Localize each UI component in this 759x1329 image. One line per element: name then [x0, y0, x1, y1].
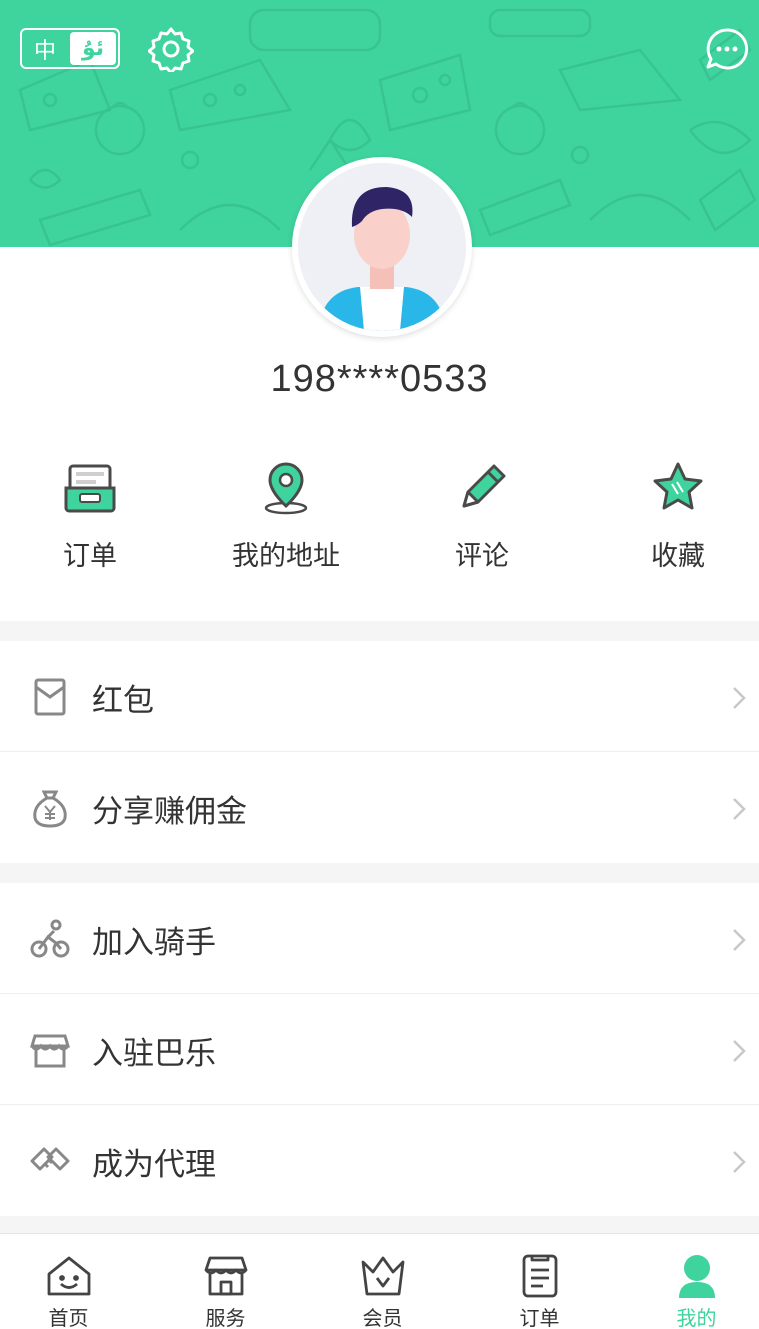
avatar-illustration [298, 163, 466, 331]
quick-action-label: 收藏 [651, 541, 705, 572]
menu-item-become-agent[interactable]: 成为代理 [0, 1105, 759, 1216]
quick-action-address[interactable]: 我的地址 [196, 460, 376, 580]
quick-action-orders[interactable]: 订单 [0, 460, 180, 580]
tab-label: 会员 [362, 1306, 403, 1329]
chevron-right-icon [733, 929, 746, 951]
tab-services[interactable]: 服务 [150, 1234, 301, 1329]
store-icon [30, 1034, 70, 1068]
user-avatar[interactable] [292, 157, 472, 337]
quick-action-favorites[interactable]: 收藏 [588, 460, 759, 580]
menu-item-merchant-join[interactable]: 入驻巴乐 [0, 994, 759, 1105]
quick-action-reviews[interactable]: 评论 [392, 460, 572, 580]
chat-bubble-icon[interactable] [704, 26, 750, 72]
menu-item-red-envelope[interactable]: 红包 [0, 641, 759, 752]
menu-item-label: 入驻巴乐 [92, 1036, 216, 1072]
tab-mine[interactable]: 我的 [621, 1234, 759, 1329]
star-icon [653, 462, 703, 510]
quick-action-label: 订单 [63, 541, 117, 572]
quick-action-label: 我的地址 [232, 541, 340, 572]
handshake-icon [30, 1147, 70, 1171]
user-phone: 198****0533 [270, 358, 489, 400]
chevron-right-icon [733, 1040, 746, 1062]
pencil-icon [462, 464, 506, 508]
chevron-right-icon [733, 798, 746, 820]
language-toggle[interactable]: 中 ئۇ [20, 28, 120, 69]
tab-label: 首页 [48, 1306, 89, 1329]
tab-label: 订单 [519, 1306, 560, 1329]
chevron-right-icon [733, 687, 746, 709]
tab-membership[interactable]: 会员 [307, 1234, 458, 1329]
menu-group-rewards: 红包 分享赚佣金 [0, 641, 759, 863]
tab-orders[interactable]: 订单 [464, 1234, 615, 1329]
red-envelope-icon [34, 678, 66, 716]
order-box-icon [64, 464, 116, 513]
menu-item-label: 分享赚佣金 [92, 794, 247, 830]
chevron-right-icon [733, 1151, 746, 1173]
menu-item-label: 成为代理 [92, 1147, 216, 1183]
bottom-tab-bar: 首页 服务 会员 订单 我的 [0, 1233, 759, 1329]
money-bag-icon [33, 790, 67, 828]
gear-icon[interactable] [148, 26, 194, 72]
menu-group-partner: 加入骑手 入驻巴乐 成为代理 [0, 883, 759, 1216]
tab-home[interactable]: 首页 [0, 1234, 144, 1329]
shop-icon [204, 1256, 247, 1296]
menu-item-share-commission[interactable]: 分享赚佣金 [0, 752, 759, 863]
crown-icon [361, 1256, 404, 1296]
clipboard-icon [522, 1254, 557, 1298]
lang-option-ug[interactable]: ئۇ [70, 32, 116, 65]
quick-action-label: 评论 [455, 541, 509, 572]
location-pin-icon [264, 462, 308, 515]
tab-label: 我的 [676, 1306, 717, 1329]
menu-item-label: 红包 [92, 683, 154, 719]
lang-option-zh[interactable]: 中 [22, 30, 68, 67]
menu-item-label: 加入骑手 [92, 925, 216, 961]
tab-label: 服务 [205, 1306, 246, 1329]
menu-item-join-rider[interactable]: 加入骑手 [0, 883, 759, 994]
person-icon [678, 1255, 715, 1298]
bicycle-rider-icon [30, 919, 70, 958]
home-icon [47, 1256, 90, 1296]
